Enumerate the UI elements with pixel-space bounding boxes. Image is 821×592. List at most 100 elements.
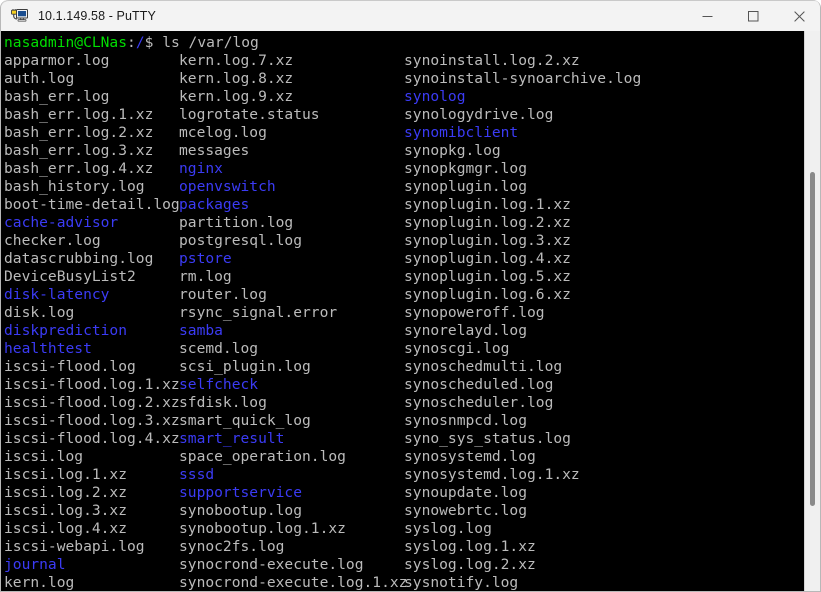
file-listing-row: journal synocrond-execute.log syslog.log.2… xyxy=(4,556,806,574)
file-entry: synosystemd.log.1.xz xyxy=(404,466,580,483)
directory-entry: smart_result xyxy=(179,430,285,447)
file-listing-row: bash_err.log kern.log.9.xz synolog xyxy=(4,88,806,106)
file-listing-row: iscsi-flood.log scsi_plugin.log synoschedm… xyxy=(4,358,806,376)
file-entry: disk.log xyxy=(4,304,75,321)
file-entry: synobootup.log xyxy=(179,502,303,519)
directory-entry: samba xyxy=(179,322,223,339)
file-listing-row: bash_err.log.2.xz mcelog.log synomibclient xyxy=(4,124,806,142)
directory-entry: healthtest xyxy=(4,340,92,357)
file-entry: bash_err.log xyxy=(4,88,110,105)
file-listing-row: apparmor.log kern.log.7.xz synoinstall.log… xyxy=(4,52,806,70)
file-entry: messages xyxy=(179,142,250,159)
putty-window: 10.1.149.58 - PuTTY nasadmin@CLNas:/$ ls… xyxy=(0,0,821,592)
file-listing-row: healthtest scemd.log synoscgi.log xyxy=(4,340,806,358)
file-entry: synosystemd.log xyxy=(404,448,536,465)
directory-entry: sssd xyxy=(179,466,215,483)
file-entry: space_operation.log xyxy=(179,448,346,465)
file-listing-row: cache-advisor partition.log synoplugin.log… xyxy=(4,214,806,232)
directory-entry: nginx xyxy=(179,160,223,177)
file-listing-row: iscsi.log space_operation.log synosystemd.… xyxy=(4,448,806,466)
file-listing: apparmor.log kern.log.7.xz synoinstall.log… xyxy=(4,52,806,591)
file-entry: syslog.log.2.xz xyxy=(404,556,536,573)
file-entry: iscsi-flood.log.4.xz xyxy=(4,430,180,447)
file-entry: bash_err.log.3.xz xyxy=(4,142,154,159)
file-entry: synoplugin.log.6.xz xyxy=(404,286,571,303)
prompt-path: / xyxy=(135,34,145,51)
terminal-screen[interactable]: nasadmin@CLNas:/$ ls /var/log apparmor.l… xyxy=(1,31,806,591)
file-entry: synoplugin.log.2.xz xyxy=(404,214,571,231)
file-entry: kern.log xyxy=(4,574,75,591)
file-entry: kern.log.7.xz xyxy=(179,52,294,69)
maximize-button[interactable] xyxy=(730,1,776,32)
file-listing-row: iscsi-flood.log.3.xz smart_quick_log synos… xyxy=(4,412,806,430)
file-entry: synocrond-execute.log.1.xz xyxy=(179,574,408,591)
file-entry: syslog.log xyxy=(404,520,492,537)
file-listing-row: checker.log postgresql.log synoplugin.log.… xyxy=(4,232,806,250)
file-entry: synoc2fs.log xyxy=(179,538,285,555)
file-entry: synoinstall-synoarchive.log xyxy=(404,70,642,87)
file-entry: iscsi.log xyxy=(4,448,84,465)
directory-entry: selfcheck xyxy=(179,376,259,393)
title-bar[interactable]: 10.1.149.58 - PuTTY xyxy=(1,0,820,32)
file-listing-row: bash_err.log.1.xz logrotate.status synolog… xyxy=(4,106,806,124)
file-entry: synoplugin.log.5.xz xyxy=(404,268,571,285)
file-entry: boot-time-detail.log xyxy=(4,196,180,213)
file-listing-row: bash_history.log openvswitch synoplugin.lo… xyxy=(4,178,806,196)
file-entry: synologydrive.log xyxy=(404,106,554,123)
file-listing-row: iscsi-flood.log.2.xz sfdisk.log synoschedu… xyxy=(4,394,806,412)
file-entry: rsync_signal.error xyxy=(179,304,338,321)
directory-entry: disk-latency xyxy=(4,286,110,303)
file-entry: iscsi-flood.log xyxy=(4,358,136,375)
file-listing-row: iscsi.log.1.xz sssd synosystemd.log.1.xz xyxy=(4,466,806,484)
file-entry: synopkgmgr.log xyxy=(404,160,528,177)
file-entry: synoinstall.log.2.xz xyxy=(404,52,580,69)
file-listing-row: disk-latency router.log synoplugin.log.6.x… xyxy=(4,286,806,304)
vertical-scrollbar[interactable] xyxy=(804,31,820,591)
directory-entry: openvswitch xyxy=(179,178,276,195)
directory-entry: cache-advisor xyxy=(4,214,119,231)
file-entry: iscsi.log.2.xz xyxy=(4,484,128,501)
file-entry: sfdisk.log xyxy=(179,394,267,411)
file-entry: mcelog.log xyxy=(179,124,267,141)
file-listing-row: disk.log rsync_signal.error synopoweroff.l… xyxy=(4,304,806,322)
file-entry: scemd.log xyxy=(179,340,259,357)
file-entry: scsi_plugin.log xyxy=(179,358,311,375)
close-button[interactable] xyxy=(776,1,820,32)
file-listing-row: bash_err.log.4.xz nginx synopkgmgr.log xyxy=(4,160,806,178)
file-entry: postgresql.log xyxy=(179,232,303,249)
file-entry: datascrubbing.log xyxy=(4,250,154,267)
directory-entry: supportservice xyxy=(179,484,303,501)
prompt-colon: : xyxy=(127,34,136,51)
file-entry: bash_err.log.1.xz xyxy=(4,106,154,123)
file-listing-row: iscsi-webapi.log synoc2fs.log syslog.log.1… xyxy=(4,538,806,556)
file-entry: iscsi.log.1.xz xyxy=(4,466,128,483)
file-entry: checker.log xyxy=(4,232,101,249)
scrollbar-thumb[interactable] xyxy=(810,172,815,506)
file-entry: synorelayd.log xyxy=(404,322,528,339)
file-entry: synocrond-execute.log xyxy=(179,556,364,573)
file-listing-row: auth.log kern.log.8.xz synoinstall-synoarc… xyxy=(4,70,806,88)
file-entry: auth.log xyxy=(4,70,75,87)
file-entry: partition.log xyxy=(179,214,294,231)
file-entry: synoplugin.log.3.xz xyxy=(404,232,571,249)
file-entry: synoplugin.log.4.xz xyxy=(404,250,571,267)
file-entry: iscsi-flood.log.1.xz xyxy=(4,376,180,393)
file-entry: synowebrtc.log xyxy=(404,502,528,519)
file-entry: iscsi.log.3.xz xyxy=(4,502,128,519)
prompt-user-host: nasadmin@CLNas xyxy=(4,34,128,51)
file-listing-row: kern.log synocrond-execute.log.1.xz sysnot… xyxy=(4,574,806,591)
window-title: 10.1.149.58 - PuTTY xyxy=(38,9,156,23)
file-entry: synoplugin.log.1.xz xyxy=(404,196,571,213)
file-entry: kern.log.9.xz xyxy=(179,88,294,105)
file-entry: synoupdate.log xyxy=(404,484,528,501)
file-entry: iscsi-webapi.log xyxy=(4,538,145,555)
directory-entry: synolog xyxy=(404,88,466,105)
directory-entry: packages xyxy=(179,196,250,213)
minimize-button[interactable] xyxy=(684,1,730,32)
file-entry: rm.log xyxy=(179,268,232,285)
file-entry: synoscheduled.log xyxy=(404,376,554,393)
directory-entry: synomibclient xyxy=(404,124,519,141)
file-entry: bash_err.log.4.xz xyxy=(4,160,154,177)
prompt-command: ls /var/log xyxy=(153,34,259,51)
file-listing-row: datascrubbing.log pstore synoplugin.log.4.… xyxy=(4,250,806,268)
